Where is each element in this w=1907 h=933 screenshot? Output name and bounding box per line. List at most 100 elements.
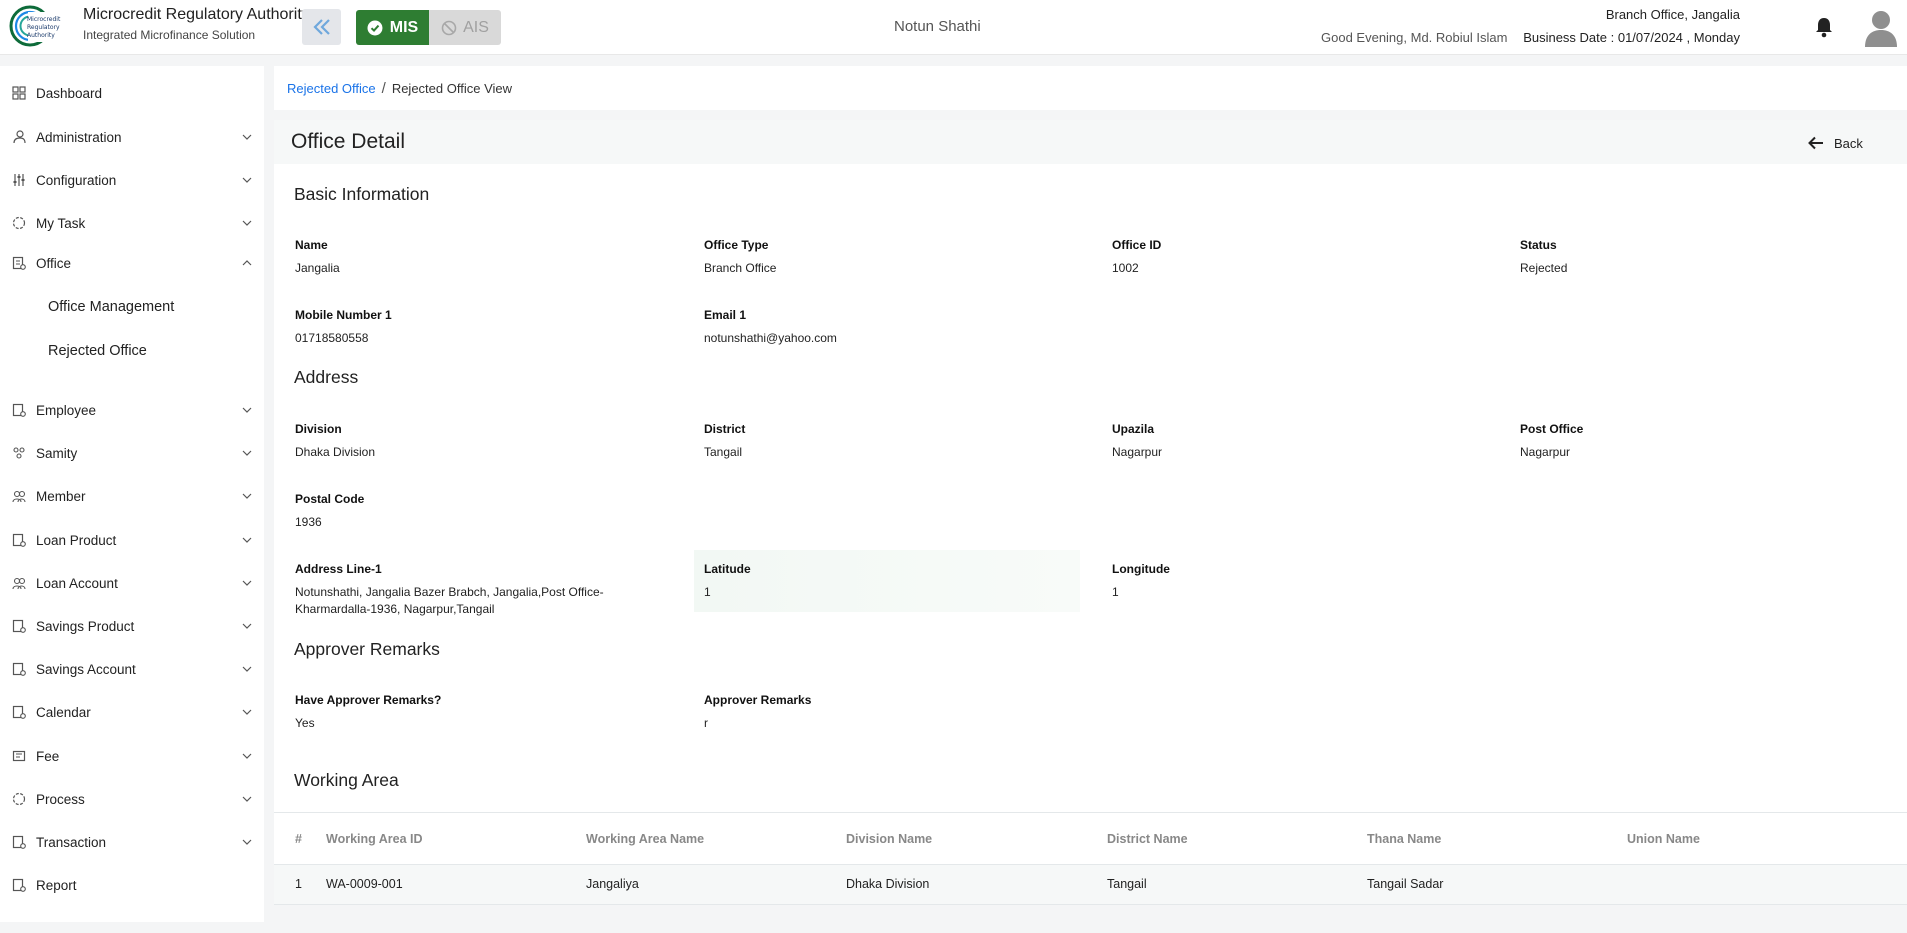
- sidebar-item-configuration[interactable]: Configuration: [0, 163, 264, 197]
- ais-label: AIS: [463, 18, 489, 36]
- mis-mode-button[interactable]: MIS: [356, 10, 429, 45]
- sidebar-item-office[interactable]: Office: [0, 246, 264, 280]
- sidebar-item-process[interactable]: Process: [0, 782, 264, 816]
- double-chevron-left-icon: [312, 19, 330, 35]
- field-division: Division Dhaka Division: [295, 422, 685, 461]
- sidebar-item-loan-account[interactable]: Loan Account: [0, 566, 264, 600]
- field-label: Postal Code: [295, 492, 365, 506]
- chevron-down-icon: [242, 450, 252, 456]
- samity-icon: [13, 447, 25, 459]
- field-mobile-number: Mobile Number 1 01718580558: [295, 308, 685, 347]
- table-cell: Jangaliya: [586, 877, 639, 891]
- field-post-office: Post Office Nagarpur: [1520, 422, 1907, 461]
- sidebar-item-administration[interactable]: Administration: [0, 120, 264, 154]
- sidebar-item-my-task[interactable]: My Task: [0, 206, 264, 240]
- field-longitude: Longitude 1: [1112, 562, 1502, 601]
- field-value: 1002: [1112, 261, 1139, 275]
- sidebar-item-label: Process: [36, 791, 85, 807]
- sidebar-item-label: Dashboard: [36, 85, 103, 101]
- column-header: #: [295, 832, 302, 846]
- chevron-up-icon: [242, 260, 252, 266]
- field-label: Status: [1520, 238, 1557, 252]
- process-icon: [12, 792, 26, 806]
- sidebar-item-savings-account[interactable]: Savings Account: [0, 652, 264, 686]
- office-icon: [12, 256, 26, 270]
- transaction-icon: [12, 835, 26, 849]
- mode-switch: MIS AIS: [356, 10, 501, 45]
- sidebar-item-employee[interactable]: Employee: [0, 393, 264, 427]
- loan-product-icon: [12, 533, 26, 547]
- brand-title: Microcredit Regulatory Authority: [83, 6, 310, 23]
- branch-name: Branch Office, Jangalia: [1605, 7, 1740, 22]
- back-label: Back: [1834, 135, 1863, 151]
- back-button[interactable]: Back: [1808, 132, 1863, 154]
- column-header: Union Name: [1627, 832, 1700, 846]
- sidebar-item-report[interactable]: Report: [0, 868, 264, 902]
- breadcrumb-link-rejected-office[interactable]: Rejected Office: [287, 81, 376, 96]
- field-label: Approver Remarks: [704, 693, 812, 707]
- field-value: notunshathi@yahoo.com: [704, 331, 837, 345]
- sidebar-subitem-label: Office Management: [48, 299, 175, 315]
- sidebar-item-savings-product[interactable]: Savings Product: [0, 609, 264, 643]
- breadcrumb-separator: /: [381, 79, 386, 97]
- field-label: Office Type: [704, 238, 769, 252]
- field-value: Yes: [295, 716, 315, 730]
- section-approver-remarks: Approver Remarks: [294, 639, 440, 659]
- calendar-icon: [12, 705, 26, 719]
- field-email: Email 1 notunshathi@yahoo.com: [704, 308, 1094, 347]
- field-address-line-1: Address Line-1 Notunshathi, Jangalia Baz…: [295, 562, 645, 618]
- task-icon: [12, 216, 26, 230]
- sidebar-item-member[interactable]: Member: [0, 479, 264, 513]
- notification-bell-icon[interactable]: [1814, 16, 1834, 38]
- fee-icon: [12, 750, 26, 762]
- field-label: Latitude: [704, 562, 751, 576]
- sidebar-item-loan-product[interactable]: Loan Product: [0, 523, 264, 557]
- sidebar-subitem-office-management[interactable]: Office Management: [0, 291, 264, 323]
- field-label: Email 1: [704, 308, 747, 322]
- table-header: # Working Area ID Working Area Name Divi…: [274, 812, 1907, 865]
- field-value: Nagarpur: [1520, 445, 1571, 459]
- chevron-down-icon: [242, 134, 252, 140]
- sidebar-item-dashboard[interactable]: Dashboard: [0, 76, 264, 110]
- sidebar-item-label: Configuration: [36, 172, 117, 188]
- sidebar-item-calendar[interactable]: Calendar: [0, 695, 264, 729]
- svg-text:Microcredit: Microcredit: [27, 16, 61, 23]
- savings-account-icon: [12, 662, 26, 676]
- field-status: Status Rejected: [1520, 238, 1907, 277]
- mra-logo: Microcredit Regulatory Authority: [9, 5, 61, 47]
- sidebar-item-samity[interactable]: Samity: [0, 436, 264, 470]
- member-icon: [12, 490, 26, 503]
- card-header: Office Detail Back: [274, 120, 1907, 164]
- field-approver-remarks: Approver Remarks r: [704, 693, 1094, 732]
- user-avatar-icon[interactable]: [1864, 9, 1898, 47]
- field-value: Dhaka Division: [295, 445, 376, 459]
- sidebar-item-label: Savings Product: [36, 618, 135, 634]
- chevron-down-icon: [242, 177, 252, 183]
- ban-icon: [441, 20, 457, 35]
- sidebar-item-label: My Task: [36, 215, 86, 231]
- field-value: 1: [704, 585, 711, 599]
- field-value: Tangail: [704, 445, 743, 459]
- chevron-down-icon: [242, 709, 252, 715]
- column-header: Working Area ID: [326, 832, 423, 846]
- chevron-down-icon: [242, 666, 252, 672]
- svg-text:Authority: Authority: [27, 32, 55, 39]
- sidebar-subitem-rejected-office[interactable]: Rejected Office: [0, 335, 264, 367]
- table-row[interactable]: 1 WA-0009-001 Jangaliya Dhaka Division T…: [274, 865, 1907, 905]
- section-working-area: Working Area: [294, 770, 399, 790]
- field-label: Address Line-1: [295, 562, 382, 576]
- field-postal-code: Postal Code 1936: [295, 492, 685, 531]
- sidebar-item-fee[interactable]: Fee: [0, 739, 264, 773]
- sidebar-item-transaction[interactable]: Transaction: [0, 825, 264, 859]
- field-label: Post Office: [1520, 422, 1584, 436]
- sidebar-item-label: Loan Account: [36, 575, 118, 591]
- chevron-down-icon: [242, 220, 252, 226]
- sidebar-item-label: Report: [36, 877, 77, 893]
- sidebar-collapse-button[interactable]: [302, 9, 341, 45]
- field-label: Upazila: [1112, 422, 1155, 436]
- field-label: Office ID: [1112, 238, 1162, 252]
- savings-product-icon: [12, 619, 26, 633]
- ais-mode-button[interactable]: AIS: [429, 10, 501, 45]
- field-label: District: [704, 422, 746, 436]
- column-header: Division Name: [846, 832, 933, 846]
